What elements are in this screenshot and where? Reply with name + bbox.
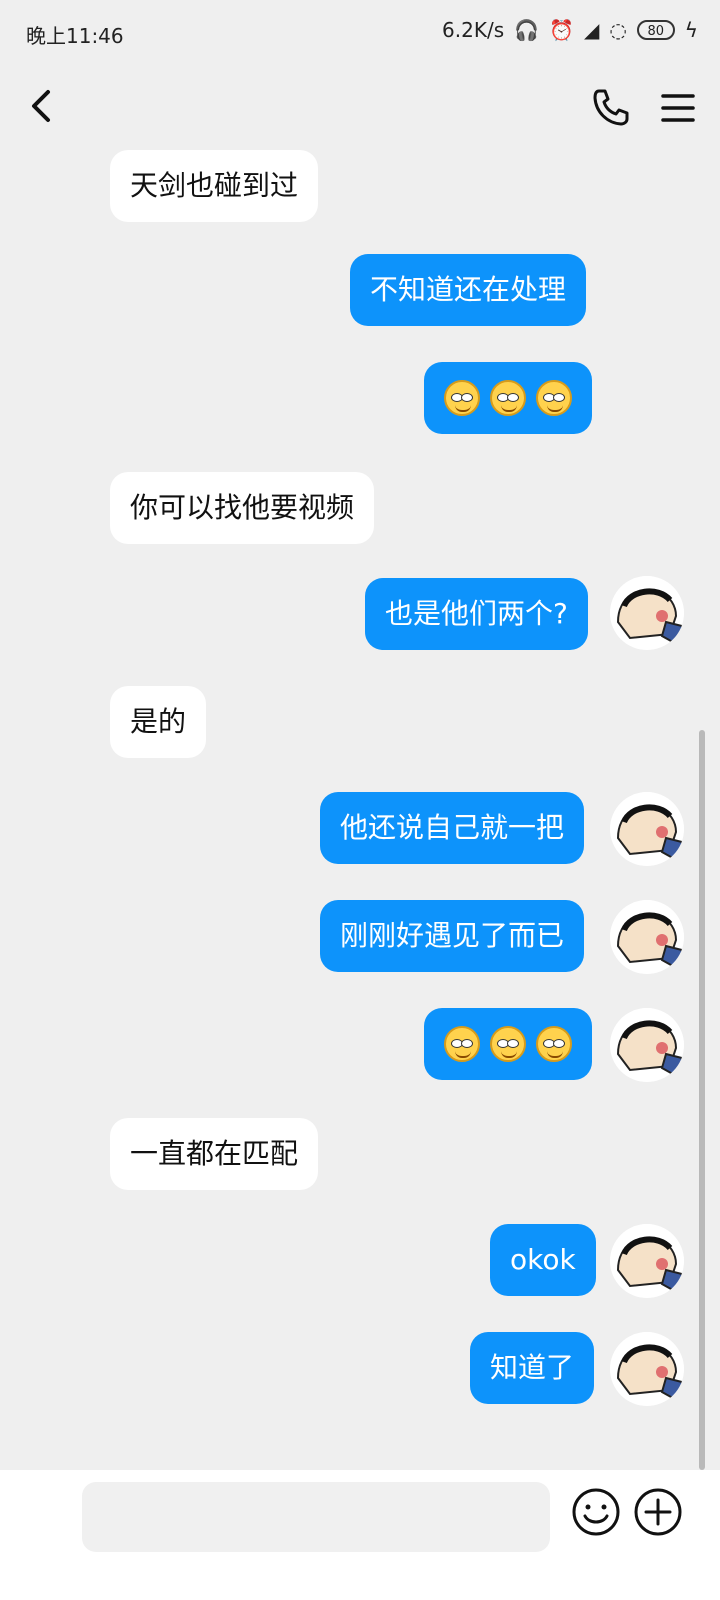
charging-icon: ϟ [684,18,698,42]
user-avatar[interactable] [610,900,684,974]
wifi-icon: ◌ [609,18,627,42]
scrollbar[interactable] [699,730,705,1470]
network-speed: 6.2K/s [442,18,505,42]
grin-emoji-icon [536,1026,572,1062]
emoji-message-bubble[interactable] [424,362,592,434]
signal-icon: ◢ [583,18,600,42]
message-bubble-left[interactable]: 天剑也碰到过 [110,150,319,222]
user-avatar[interactable] [610,792,684,866]
user-avatar[interactable] [610,576,684,650]
message-bubble-right[interactable]: 不知道还在处理 [350,254,587,326]
alarm-icon: ⏰ [549,18,574,42]
menu-icon[interactable] [660,90,696,126]
add-attachment-icon[interactable] [632,1486,684,1538]
status-time: 晚上11:46 [26,24,124,48]
message-bubble-right[interactable]: 知道了 [470,1332,595,1404]
message-input[interactable] [82,1482,550,1552]
input-bar [0,1470,720,1600]
status-bar: 晚上11:46 6.2K/s 🎧 ⏰ ◢ ◌ 80 ϟ [0,0,720,64]
phone-call-icon[interactable] [590,86,630,130]
message-bubble-right[interactable]: 也是他们两个? [365,578,588,650]
message-bubble-left[interactable]: 一直都在匹配 [110,1118,319,1190]
battery-icon: 80 [636,20,675,40]
status-right: 6.2K/s 🎧 ⏰ ◢ ◌ 80 ϟ [442,18,698,42]
message-bubble-right[interactable]: okok [490,1224,596,1296]
user-avatar[interactable] [610,1224,684,1298]
message-bubble-right[interactable]: 他还说自己就一把 [320,792,585,864]
grin-emoji-icon [536,380,572,416]
user-avatar[interactable] [610,1008,684,1082]
headset-icon: 🎧 [514,18,540,42]
message-bubble-right[interactable]: 刚刚好遇见了而已 [320,900,585,972]
back-arrow-icon[interactable] [22,86,62,126]
grin-emoji-icon [444,380,480,416]
message-bubble-left[interactable]: 是的 [110,686,207,758]
emoji-message-bubble[interactable] [424,1008,592,1080]
chat-header [0,64,720,154]
message-bubble-left[interactable]: 你可以找他要视频 [110,472,375,544]
grin-emoji-icon [444,1026,480,1062]
emoji-picker-icon[interactable] [570,1486,622,1538]
grin-emoji-icon [490,380,526,416]
grin-emoji-icon [490,1026,526,1062]
user-avatar[interactable] [610,1332,684,1406]
